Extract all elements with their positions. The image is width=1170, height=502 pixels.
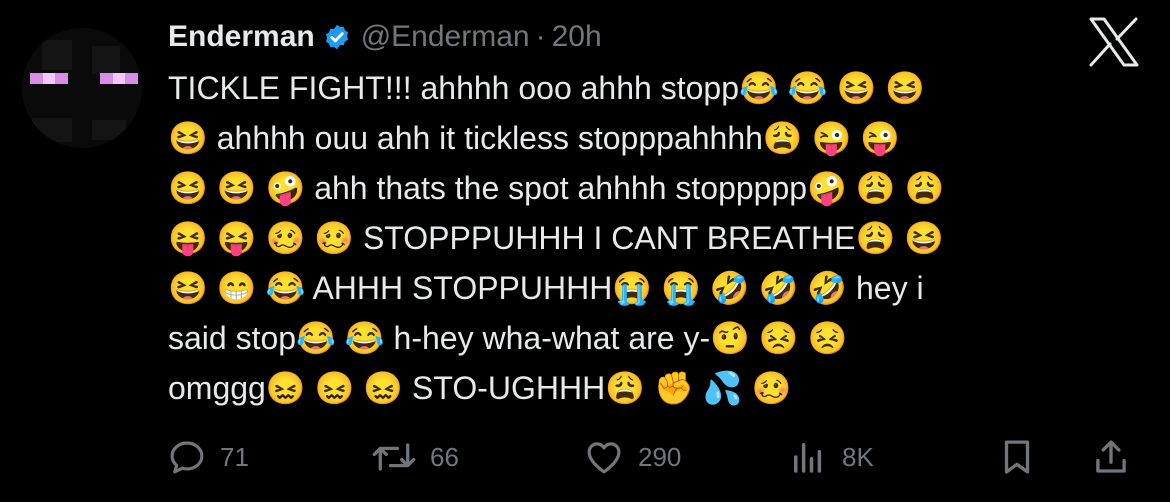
- share-button[interactable]: [1090, 436, 1132, 478]
- author-handle[interactable]: @Enderman: [361, 20, 530, 54]
- tweet-line: TICKLE FIGHT!!! ahhhh ooo ahhh stopp😂 😂 …: [168, 70, 926, 106]
- repost-button[interactable]: 66: [370, 436, 459, 478]
- bookmark-button[interactable]: [996, 436, 1038, 478]
- tweet-line: 😆 ahhhh ouu ahh it tickless stopppahhhh😩…: [168, 120, 901, 156]
- tweet-line: omggg😖 😖 😖 STO-UGHHH😩 ✊ 💦 🥴: [168, 370, 792, 406]
- separator: ·: [535, 20, 546, 53]
- views-icon: [794, 443, 822, 473]
- bookmark-icon: [1004, 440, 1030, 474]
- reply-count: 71: [220, 441, 249, 472]
- views-button[interactable]: 8K: [786, 436, 874, 478]
- tweet-text: TICKLE FIGHT!!! ahhhh ooo ahhh stopp😂 😂 …: [168, 63, 1128, 413]
- verified-badge-icon[interactable]: [323, 23, 351, 51]
- reply-icon: [170, 441, 204, 474]
- avatar[interactable]: [22, 28, 142, 148]
- enderman-eye-right: [100, 73, 139, 84]
- reply-button[interactable]: 71: [166, 436, 249, 478]
- timestamp[interactable]: 20h: [552, 20, 602, 54]
- heart-icon: [587, 442, 621, 474]
- tweet-header: Enderman @Enderman · 20h: [168, 14, 602, 60]
- author-name[interactable]: Enderman: [168, 20, 315, 54]
- like-button[interactable]: 290: [582, 436, 681, 478]
- enderman-eye-left: [30, 73, 69, 84]
- share-icon: [1096, 440, 1126, 473]
- like-count: 290: [638, 441, 682, 472]
- repost-count: 66: [430, 441, 459, 472]
- tweet-line: said stop😂 😂 h-hey wha-what are y-🤨 😣 😣: [168, 320, 848, 356]
- views-count: 8K: [842, 441, 874, 472]
- action-bar: 71 66 290 8K: [0, 428, 1170, 488]
- x-logo-icon: [1089, 17, 1139, 67]
- tweet-line: 😝 😝 🥴 🥴 STOPPPUHHH I CANT BREATHE😩 😆: [168, 220, 945, 256]
- tweet-line: 😆 😆 🤪 ahh thats the spot ahhhh stoppppp🤪…: [168, 170, 945, 206]
- tweet-line: 😆 😁 😂 AHHH STOPPUHHH😭 😭 🤣 🤣 🤣 hey i: [168, 270, 924, 306]
- repost-icon: [372, 443, 416, 471]
